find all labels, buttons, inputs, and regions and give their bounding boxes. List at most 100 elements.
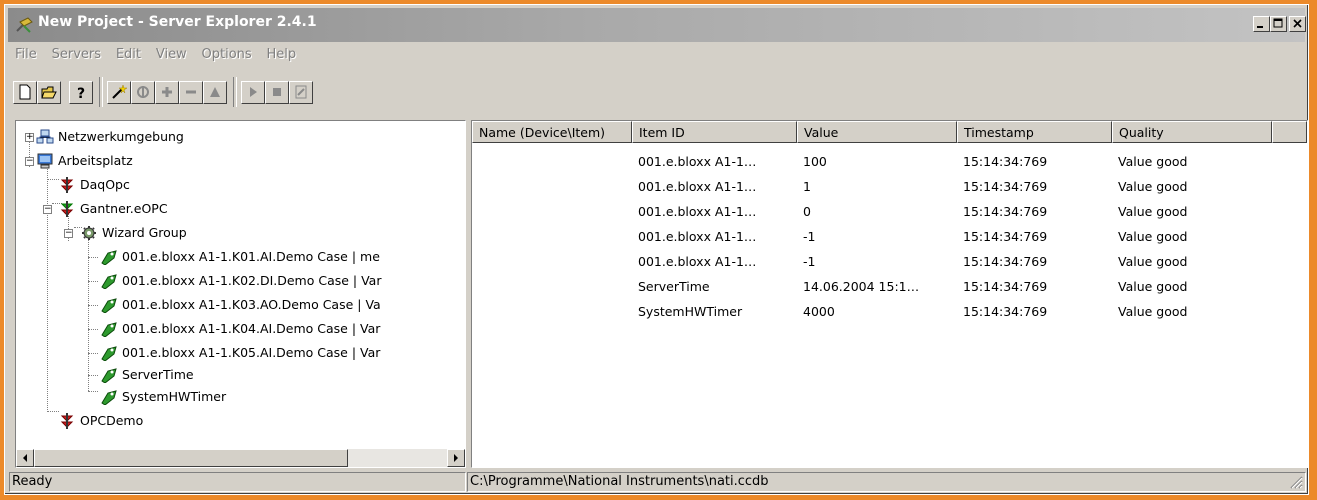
menu-options[interactable]: Options (196, 45, 257, 62)
arrow-left-icon (23, 454, 27, 462)
cell-quality: Value good (1118, 254, 1188, 269)
item-list[interactable]: Name (Device\Item) Item ID Value Timesta… (471, 120, 1308, 468)
tree-line (88, 329, 98, 330)
scroll-thumb[interactable] (34, 449, 348, 467)
tree-node-label: 001.e.bloxx A1-1.K04.AI.Demo Case | Var (122, 321, 381, 336)
tree-node-label: Wizard Group (102, 225, 187, 240)
arrow-right-icon (454, 454, 458, 462)
cell-value: 1 (803, 179, 811, 194)
properties-icon (210, 87, 220, 97)
cell-item-id: SystemHWTimer (638, 304, 743, 319)
toolbar-separator (99, 77, 103, 107)
cell-item-id: 001.e.bloxx A1-1… (638, 204, 757, 219)
table-row[interactable]: SystemHWTi…SystemHWTimer400015:14:34:769… (472, 299, 1307, 324)
tag-icon (101, 274, 117, 289)
cell-timestamp: 15:14:34:769 (963, 254, 1048, 269)
tree-expander[interactable]: − (25, 157, 34, 166)
tree-node-label: ServerTime (122, 367, 194, 382)
menu-view[interactable]: View (150, 45, 192, 62)
add-button[interactable] (155, 81, 179, 104)
new-button[interactable] (13, 81, 37, 104)
tree-expander[interactable]: + (25, 133, 34, 142)
start-icon (250, 87, 257, 97)
wizard-icon (112, 84, 127, 99)
table-row[interactable]: ServerTimeServerTime14.06.2004 15:1…15:1… (472, 274, 1307, 299)
tree-line (88, 281, 98, 282)
scroll-right-button[interactable] (447, 449, 465, 467)
tag-icon (101, 298, 117, 313)
cell-item-id: ServerTime (638, 279, 710, 294)
close-icon (1293, 19, 1302, 28)
network-icon (36, 129, 54, 144)
svg-text:?: ? (77, 86, 85, 100)
help-button[interactable]: ? (69, 81, 93, 104)
cell-item-id: 001.e.bloxx A1-1… (638, 154, 757, 169)
tree-node-label: DaqOpc (80, 177, 130, 192)
stop-icon (273, 88, 281, 96)
tree-expander[interactable]: − (64, 229, 73, 238)
cell-timestamp: 15:14:34:769 (963, 279, 1048, 294)
menu-help[interactable]: Help (261, 45, 302, 62)
menu-servers[interactable]: Servers (46, 45, 106, 62)
cell-value: -1 (803, 254, 816, 269)
resize-grip-icon[interactable] (1289, 475, 1303, 489)
column-header-quality[interactable]: Quality (1112, 121, 1272, 143)
column-header-name[interactable]: Name (Device\Item) (472, 121, 632, 143)
table-row[interactable]: 001.e.bloxx…001.e.bloxx A1-1…115:14:34:7… (472, 174, 1307, 199)
column-header-timestamp[interactable]: Timestamp (957, 121, 1112, 143)
close-button[interactable] (1289, 16, 1306, 32)
window-title: New Project - Server Explorer 2.4.1 (38, 14, 317, 30)
wizard-button[interactable] (107, 81, 131, 104)
connect-button[interactable] (131, 81, 155, 104)
tree-line (88, 305, 98, 306)
server-tree[interactable]: + Netzwerkumgebung − Arbeitsplatz DaqOpc… (15, 120, 466, 468)
new-icon (19, 84, 31, 100)
tree-node-label: SystemHWTimer (122, 389, 227, 404)
cell-quality: Value good (1118, 154, 1188, 169)
app-window: New Project - Server Explorer 2.4.1 File… (4, 4, 1309, 495)
tree-line (47, 161, 48, 412)
tree-line (88, 257, 98, 258)
stop-button[interactable] (265, 81, 289, 104)
list-header: Name (Device\Item) Item ID Value Timesta… (472, 121, 1307, 143)
minimize-button[interactable] (1253, 16, 1270, 32)
maximize-icon (1273, 18, 1283, 28)
cell-timestamp: 15:14:34:769 (963, 154, 1048, 169)
menu-edit[interactable]: Edit (110, 45, 146, 62)
table-row[interactable]: 001.e.bloxx…001.e.bloxx A1-1…015:14:34:7… (472, 199, 1307, 224)
table-row[interactable]: 001.e.bloxx…001.e.bloxx A1-1…10015:14:34… (472, 149, 1307, 174)
column-header-value[interactable]: Value (797, 121, 957, 143)
cell-item-id: 001.e.bloxx A1-1… (638, 229, 757, 244)
tag-icon (101, 390, 117, 405)
start-button[interactable] (241, 81, 265, 104)
tree-node-label: 001.e.bloxx A1-1.K02.DI.Demo Case | Var (122, 273, 382, 288)
cell-value: 4000 (803, 304, 835, 319)
open-icon (41, 86, 57, 99)
remove-icon (186, 90, 196, 94)
tag-icon (101, 250, 117, 265)
scroll-left-button[interactable] (16, 449, 34, 467)
tree-line (47, 411, 59, 412)
tree-line (88, 391, 98, 392)
cell-quality: Value good (1118, 179, 1188, 194)
gear-icon (82, 226, 96, 240)
tree-node-label: Gantner.eOPC (80, 201, 168, 216)
cell-value: 100 (803, 154, 827, 169)
edit-button[interactable] (289, 81, 313, 104)
menu-file[interactable]: File (9, 45, 42, 62)
tree-horizontal-scrollbar[interactable] (16, 449, 465, 467)
cell-quality: Value good (1118, 279, 1188, 294)
remove-button[interactable] (179, 81, 203, 104)
tree-node-label: 001.e.bloxx A1-1.K01.AI.Demo Case | me (122, 249, 380, 264)
tree-expander[interactable]: − (43, 205, 52, 214)
table-row[interactable]: 001.e.bloxx…001.e.bloxx A1-1…-115:14:34:… (472, 249, 1307, 274)
tag-icon (101, 368, 117, 383)
maximize-button[interactable] (1270, 16, 1287, 32)
table-row[interactable]: 001.e.bloxx…001.e.bloxx A1-1…-115:14:34:… (472, 224, 1307, 249)
title-bar[interactable]: New Project - Server Explorer 2.4.1 (8, 8, 1306, 42)
cell-item-id: 001.e.bloxx A1-1… (638, 254, 757, 269)
column-header-item-id[interactable]: Item ID (632, 121, 797, 143)
open-button[interactable] (37, 81, 61, 104)
tree-line (88, 353, 98, 354)
properties-button[interactable] (203, 81, 227, 104)
